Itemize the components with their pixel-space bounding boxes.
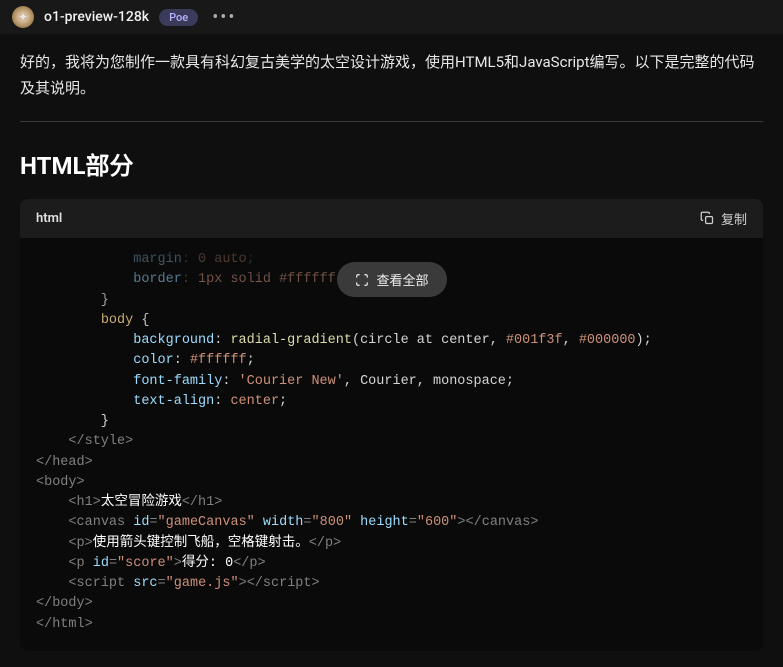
message-content: 好的，我将为您制作一款具有科幻复古美学的太空设计游戏，使用HTML5和JavaS…	[0, 34, 783, 667]
copy-button[interactable]: 复制	[700, 209, 747, 228]
poe-badge[interactable]: Poe	[159, 9, 198, 26]
code-block: html 复制 查看全部 margin: 0 auto; border: 1px…	[20, 199, 763, 651]
divider	[20, 121, 763, 122]
message-header: ✦ o1-preview-128k Poe •••	[0, 0, 783, 34]
expand-label: 查看全部	[376, 270, 428, 289]
code-header: html 复制	[20, 199, 763, 238]
expand-button[interactable]: 查看全部	[336, 262, 446, 297]
code-language-label: html	[36, 211, 62, 226]
bot-avatar-icon: ✦	[12, 6, 34, 28]
more-icon[interactable]: •••	[212, 7, 236, 28]
code-content: margin: 0 auto; border: 1px solid #fffff…	[36, 250, 747, 635]
section-title: HTML部分	[20, 146, 763, 181]
expand-icon	[354, 273, 368, 287]
copy-label: 复制	[721, 209, 747, 228]
copy-icon	[700, 211, 715, 226]
code-body: 查看全部 margin: 0 auto; border: 1px solid #…	[20, 238, 763, 651]
bot-name: o1-preview-128k	[44, 9, 149, 25]
intro-paragraph: 好的，我将为您制作一款具有科幻复古美学的太空设计游戏，使用HTML5和JavaS…	[20, 50, 763, 101]
